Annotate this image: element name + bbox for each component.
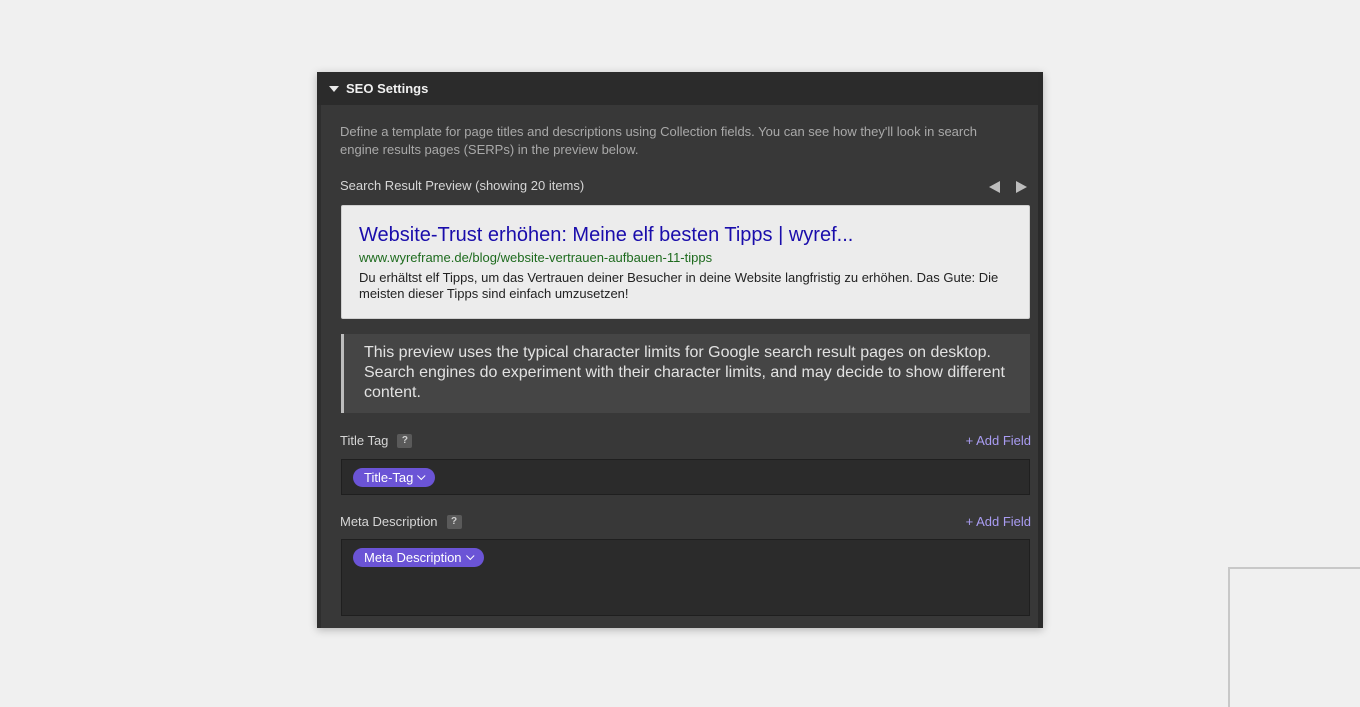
panel-right-edge: [1038, 72, 1043, 628]
title-tag-pill-label: Title-Tag: [364, 470, 414, 485]
meta-description-pill-label: Meta Description: [364, 550, 462, 565]
title-tag-label-row: Title Tag ?: [340, 433, 413, 448]
search-preview-label: Search Result Preview (showing 20 items): [340, 178, 585, 193]
question-mark-icon[interactable]: ?: [397, 433, 413, 448]
chevron-down-icon[interactable]: [465, 551, 475, 560]
seo-intro-text: Define a template for page titles and de…: [340, 124, 977, 157]
meta-description-field-pill[interactable]: Meta Description: [353, 548, 484, 567]
seo-settings-header[interactable]: SEO Settings: [317, 72, 1038, 105]
panel-left-edge: [317, 72, 321, 628]
arrow-right-icon[interactable]: [1016, 181, 1027, 193]
serp-title: Website-Trust erhöhen: Meine elf besten …: [359, 224, 854, 246]
meta-description-add-field-button[interactable]: + Add Field: [966, 514, 1031, 529]
panel-title: SEO Settings: [346, 81, 429, 96]
chevron-down-icon[interactable]: [417, 471, 426, 480]
title-tag-input[interactable]: Title-Tag: [341, 459, 1030, 495]
serp-url: www.wyreframe.de/blog/website-vertrauen-…: [359, 250, 713, 265]
preview-notice: This preview uses the typical character …: [341, 334, 1030, 413]
meta-description-input[interactable]: Meta Description: [341, 539, 1030, 616]
seo-settings-panel: SEO Settings Define a template for page …: [317, 72, 1043, 628]
title-tag-add-field-button[interactable]: + Add Field: [966, 433, 1031, 448]
question-mark-icon[interactable]: ?: [446, 514, 462, 529]
preview-notice-text: This preview uses the typical character …: [364, 344, 1005, 401]
title-tag-label: Title Tag: [340, 433, 389, 448]
meta-description-label-row: Meta Description ?: [340, 514, 462, 529]
serp-preview-card: Website-Trust erhöhen: Meine elf besten …: [341, 205, 1030, 319]
caret-down-icon[interactable]: [329, 85, 339, 92]
canvas-corner-frame: [1228, 567, 1360, 707]
serp-description: Du erhältst elf Tipps, um das Vertrauen …: [359, 270, 999, 301]
title-tag-field-pill[interactable]: Title-Tag: [353, 468, 436, 487]
arrow-left-icon[interactable]: [989, 181, 1000, 193]
meta-description-label: Meta Description: [340, 514, 438, 529]
